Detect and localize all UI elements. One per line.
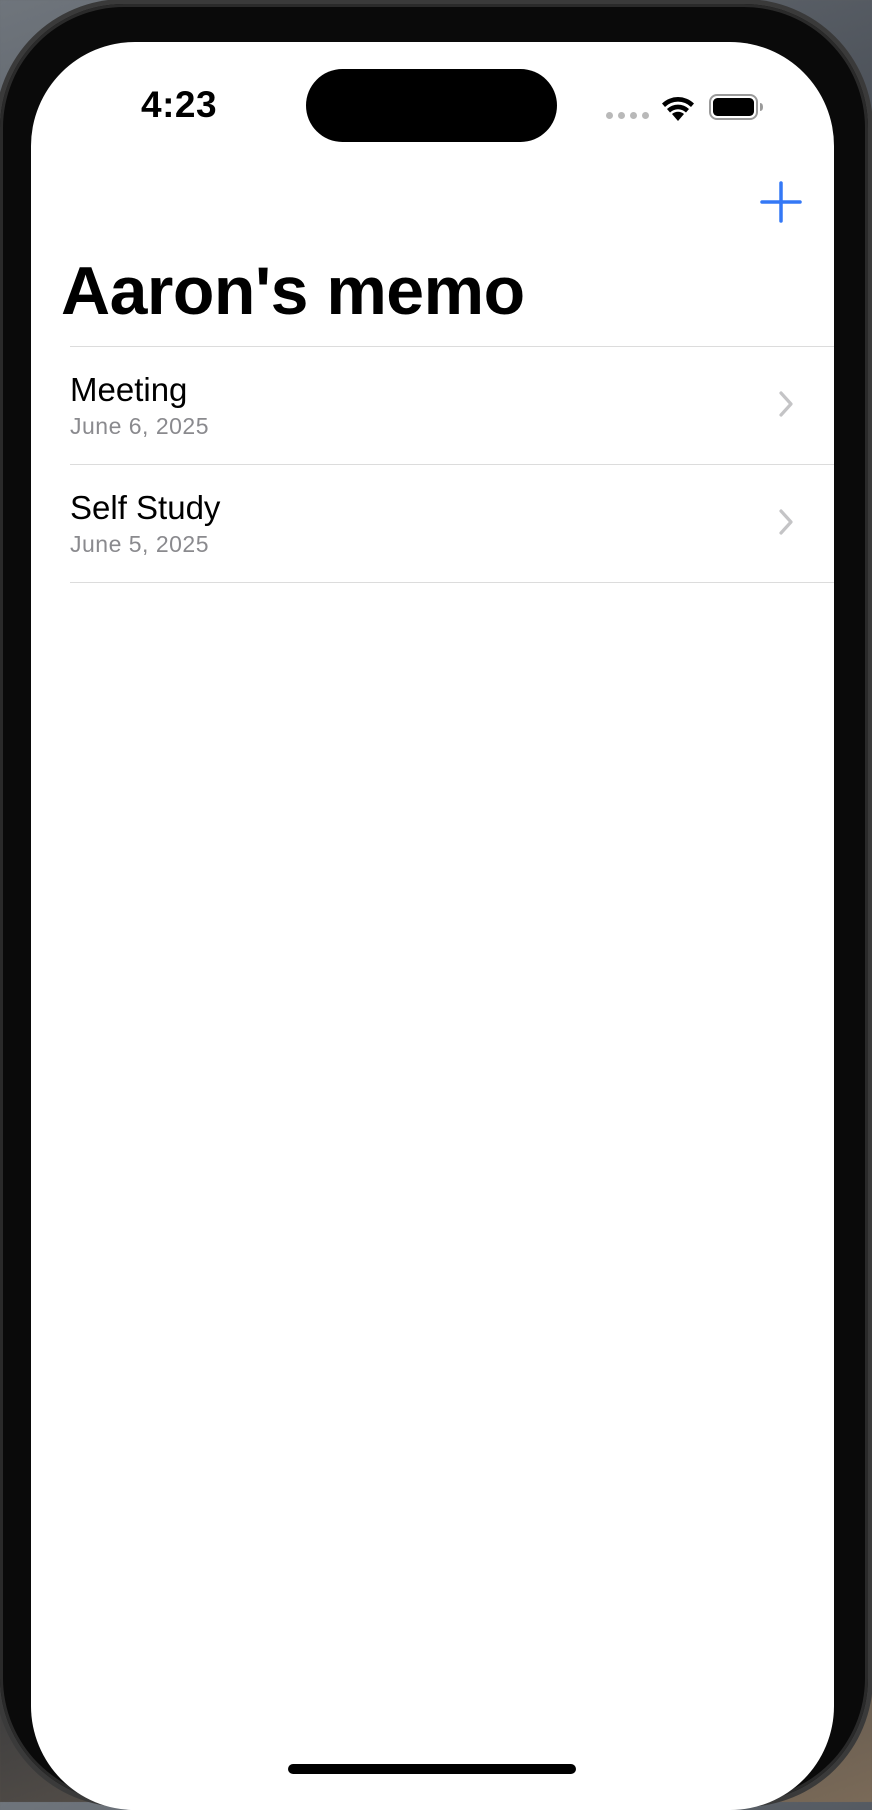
dynamic-island <box>306 69 557 142</box>
memo-title: Meeting <box>70 371 188 408</box>
chevron-right-icon <box>779 391 793 417</box>
memo-date: June 6, 2025 <box>70 413 210 439</box>
home-indicator[interactable] <box>288 1764 576 1774</box>
app-screen: 4:23 Aaron's memo Meeting June 6, 2025 S… <box>31 42 834 1810</box>
page-title: Aaron's memo <box>61 253 525 329</box>
memo-row[interactable]: Self Study June 5, 2025 <box>70 464 834 583</box>
memo-date: June 5, 2025 <box>70 531 210 557</box>
chevron-right-icon <box>779 509 793 535</box>
add-memo-button[interactable] <box>756 177 806 227</box>
memo-list: Meeting June 6, 2025 Self Study June 5, … <box>70 346 834 583</box>
phone-frame: 4:23 Aaron's memo Meeting June 6, 2025 S… <box>0 4 868 1810</box>
status-time: 4:23 <box>141 84 218 125</box>
battery-icon <box>709 94 763 120</box>
memo-row[interactable]: Meeting June 6, 2025 <box>70 346 834 464</box>
memo-title: Self Study <box>70 489 221 526</box>
plus-icon <box>760 181 802 223</box>
wifi-icon <box>662 97 694 121</box>
cellular-signal-icon <box>606 112 649 119</box>
